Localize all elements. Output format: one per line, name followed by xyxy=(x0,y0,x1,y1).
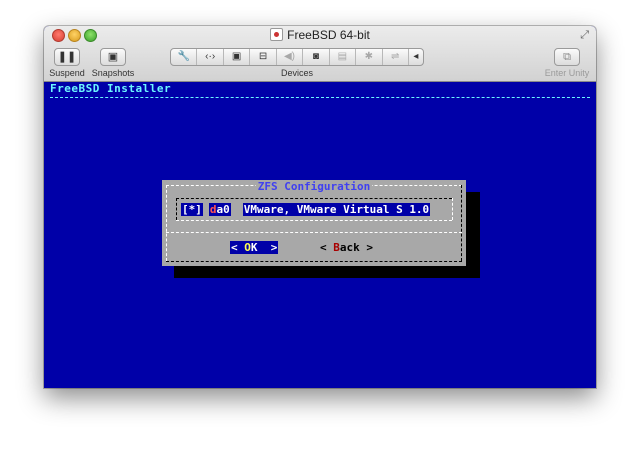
snapshots-button[interactable]: ▣ xyxy=(100,48,126,66)
back-button[interactable]: < Back > xyxy=(320,241,373,254)
installer-title-rule xyxy=(50,97,590,98)
ok-button[interactable]: < OK > xyxy=(230,241,279,254)
disk-list-item[interactable]: [*] da0 VMware, VMware Virtual S 1.0 xyxy=(181,203,431,216)
camera-icon[interactable]: ◙ xyxy=(303,49,330,65)
pause-icon: ❚❚ xyxy=(57,51,77,63)
bluetooth-icon[interactable]: ✱ xyxy=(356,49,383,65)
snapshots-label: Snapshots xyxy=(91,68,135,78)
disk-checkbox[interactable]: [*] xyxy=(181,203,203,216)
printer-icon[interactable]: ▤ xyxy=(330,49,357,65)
unity-icon: ⧉ xyxy=(563,51,571,63)
ok-rest: K xyxy=(250,241,258,254)
back-hotkey: B xyxy=(333,241,340,254)
back-right-bracket: > xyxy=(359,241,373,254)
disk-list-border-bottom xyxy=(176,220,452,221)
vm-toolbar: FreeBSD 64-bit ⤢ ❚❚ Suspend ▣ Snapshots … xyxy=(44,26,596,82)
chevron-left-icon[interactable]: ◂ xyxy=(409,49,423,65)
dialog-title: ZFS Configuration xyxy=(162,180,466,193)
zfs-config-dialog: ZFS Configuration [*] da0 VMware, VMware V… xyxy=(162,180,466,266)
ok-right-bracket: > xyxy=(257,241,278,254)
enter-unity-label: Enter Unity xyxy=(544,68,590,78)
dialog-border-right xyxy=(461,185,462,261)
disk-device-rest: a0 xyxy=(216,203,230,216)
devices-toolbar: 🔧 ‹·› ▣ ⊟ ◀) ◙ ▤ ✱ ⇌ ◂ xyxy=(170,48,424,66)
back-rest: ack xyxy=(339,241,360,254)
dialog-border-left xyxy=(166,185,167,261)
disk-description: VMware, VMware Virtual S 1.0 xyxy=(242,203,431,216)
disk-list-border-top xyxy=(176,198,452,199)
wrench-icon[interactable]: 🔧 xyxy=(171,49,198,65)
disk-list-border-right xyxy=(452,198,453,220)
hard-disk-icon[interactable]: ⊟ xyxy=(250,49,277,65)
cd-drive-icon[interactable]: ▣ xyxy=(224,49,251,65)
back-left-bracket: < xyxy=(320,241,334,254)
dialog-title-text: ZFS Configuration xyxy=(255,180,373,193)
installer-title: FreeBSD Installer xyxy=(50,82,172,95)
dialog-button-separator xyxy=(166,232,462,233)
window-title: FreeBSD 64-bit xyxy=(287,28,370,42)
disk-device-hotkey: d xyxy=(209,203,217,216)
suspend-button[interactable]: ❚❚ xyxy=(54,48,80,66)
fullscreen-icon[interactable]: ⤢ xyxy=(580,29,589,42)
disk-list-border-left xyxy=(176,198,177,220)
window-title-bar: FreeBSD 64-bit xyxy=(44,27,596,43)
ok-left-bracket: < xyxy=(231,241,245,254)
vm-console[interactable]: FreeBSD Installer ZFS Configuration [*] d… xyxy=(44,82,596,388)
suspend-label: Suspend xyxy=(49,68,85,78)
vm-window: FreeBSD 64-bit ⤢ ❚❚ Suspend ▣ Snapshots … xyxy=(44,26,596,388)
enter-unity-button[interactable]: ⧉ xyxy=(554,48,580,66)
vm-icon xyxy=(270,28,284,41)
ok-hotkey: O xyxy=(244,241,251,254)
devices-label: Devices xyxy=(280,68,313,78)
snapshot-icon: ▣ xyxy=(107,51,119,63)
sound-icon[interactable]: ◀) xyxy=(277,49,304,65)
disk-device-name: da0 xyxy=(208,203,231,216)
network-arrows-icon[interactable]: ‹·› xyxy=(197,49,224,65)
usb-icon[interactable]: ⇌ xyxy=(383,49,409,65)
dialog-border-bottom xyxy=(166,261,462,262)
